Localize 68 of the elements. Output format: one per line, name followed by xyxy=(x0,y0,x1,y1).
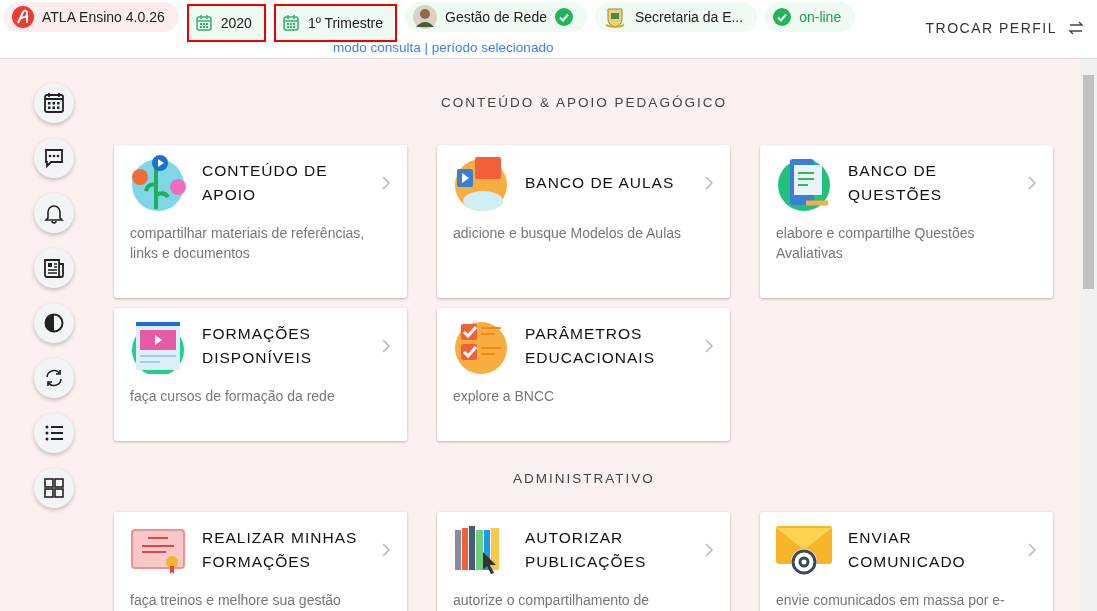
card-title: AUTORIZAR PUBLICAÇÕES xyxy=(525,528,648,572)
chevron-icon xyxy=(1027,175,1037,191)
profile-chip[interactable]: Gestão de Rede xyxy=(405,2,587,32)
chevron-icon xyxy=(381,175,391,191)
card-description: faça cursos de formação da rede xyxy=(130,387,336,406)
period-chip[interactable]: 1º Trimestre xyxy=(273,4,397,42)
card-title: PARÂMETROS EDUCACIONAIS xyxy=(525,324,656,368)
sidebar-button[interactable] xyxy=(34,468,74,508)
grid-icon xyxy=(43,477,65,499)
sidebar-button[interactable] xyxy=(34,248,74,288)
chat-icon xyxy=(43,147,65,169)
card-description: faça treinos e melhore sua gestão xyxy=(130,591,342,610)
calendar-icon xyxy=(194,14,213,32)
card-title: FORMAÇÕES DISPONÍVEIS xyxy=(202,324,314,368)
avatar-icon xyxy=(413,5,437,29)
presentation-icon xyxy=(453,155,509,211)
swap-icon xyxy=(1067,19,1085,37)
check-icon xyxy=(555,8,573,26)
chevron-icon xyxy=(381,338,391,354)
sidebar-button[interactable] xyxy=(34,358,74,398)
contrast-icon xyxy=(43,312,65,334)
check-icon xyxy=(773,8,792,26)
calendar-icon xyxy=(43,92,65,114)
bell-icon xyxy=(43,202,65,224)
logo-icon xyxy=(12,6,34,28)
card-title: ENVIAR COMUNICADO xyxy=(848,528,967,572)
mode-link[interactable]: modo consulta | período selecionado xyxy=(333,39,554,55)
calendar-icon xyxy=(281,14,300,32)
status-chip: on-line xyxy=(765,2,856,32)
feature-card[interactable]: AUTORIZAR PUBLICAÇÕES autorize o compartilhamento de xyxy=(437,512,730,611)
crest-icon xyxy=(603,5,627,29)
switch-profile-button[interactable]: TROCAR PERFIL xyxy=(925,17,1085,39)
newspaper-icon xyxy=(43,257,65,279)
card-description: adicione e busque Modelos de Aulas xyxy=(453,224,683,243)
card-title: REALIZAR MINHAS FORMAÇÕES xyxy=(202,528,359,572)
card-title: BANCO DE QUESTÕES xyxy=(848,161,944,205)
card-description: envie comunicados em massa por e- xyxy=(776,591,1006,610)
sync-icon xyxy=(43,367,65,389)
card-title: CONTEÚDO DE APOIO xyxy=(202,161,329,205)
scrollbar[interactable] xyxy=(1080,59,1097,611)
card-description: explore a BNCC xyxy=(453,387,556,406)
sidebar-button[interactable] xyxy=(34,413,74,453)
chevron-icon xyxy=(381,542,391,558)
section-title: ADMINISTRATIVO xyxy=(512,470,656,488)
feature-card[interactable]: ENVIAR COMUNICADO envie comunicados em massa por e- xyxy=(760,512,1053,611)
sidebar-button[interactable] xyxy=(34,303,74,343)
period-chip[interactable]: 2020 xyxy=(186,4,266,42)
feature-card[interactable]: REALIZAR MINHAS FORMAÇÕES faça treinos e melhore sua gestão xyxy=(114,512,407,611)
sidebar-button[interactable] xyxy=(34,138,74,178)
card-title: BANCO DE AULAS xyxy=(525,173,676,193)
app-chip[interactable]: ATLA Ensino 4.0.26 xyxy=(4,2,179,32)
plant-icon xyxy=(130,155,186,211)
section-title: CONTEÚDO & APOIO PEDAGÓGICO xyxy=(440,94,728,112)
feature-card[interactable]: BANCO DE QUESTÕES elabore e compartilhe Questões Avaliativas xyxy=(760,145,1053,298)
feature-card[interactable]: FORMAÇÕES DISPONÍVEIS faça cursos de formação da rede xyxy=(114,308,407,441)
card-description: compartilhar materiais de referências, links e documentos xyxy=(130,224,366,263)
organization-chip[interactable]: Secretaria da E... xyxy=(595,2,758,32)
sidebar-button[interactable] xyxy=(34,193,74,233)
sidebar-button[interactable] xyxy=(34,83,74,123)
card-description: elabore e compartilhe Questões Avaliativas xyxy=(776,224,976,263)
card-description: autorize o compartilhamento de xyxy=(453,591,651,610)
feature-card[interactable]: BANCO DE AULAS adicione e busque Modelos de Aulas xyxy=(437,145,730,298)
chevron-icon xyxy=(704,338,714,354)
feature-card[interactable]: CONTEÚDO DE APOIO compartilhar materiais de referências, links e documentos xyxy=(114,145,407,298)
chevron-icon xyxy=(704,175,714,191)
chevron-icon xyxy=(1027,542,1037,558)
chevron-icon xyxy=(704,542,714,558)
feature-card[interactable]: PARÂMETROS EDUCACIONAIS explore a BNCC xyxy=(437,308,730,441)
